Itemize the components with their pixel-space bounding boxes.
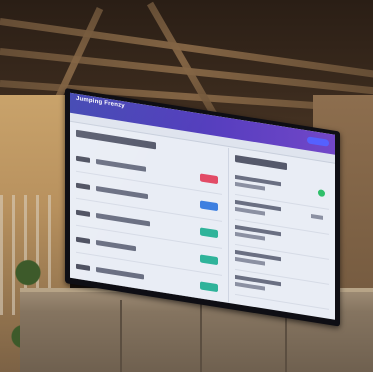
row-name <box>96 158 146 172</box>
row-number <box>76 182 90 190</box>
status-badge <box>199 227 218 239</box>
ceiling-beam <box>146 1 219 118</box>
queue-item-value <box>311 213 323 220</box>
counter-plank <box>200 300 202 372</box>
panel-title <box>234 154 287 171</box>
row-name <box>96 212 150 226</box>
status-badge <box>199 281 218 293</box>
tv-screen: Jumping Frenzy <box>70 92 335 320</box>
row-number <box>76 209 90 217</box>
queue-item-sublabel <box>234 206 265 216</box>
row-number <box>76 263 90 271</box>
worker-list-panel <box>70 122 229 303</box>
row-number <box>76 236 90 244</box>
queue-item-sublabel <box>234 281 265 291</box>
status-badge <box>199 200 218 212</box>
counter-plank <box>120 300 122 372</box>
queue-panel <box>229 148 335 320</box>
row-number <box>76 155 90 163</box>
row-name <box>96 266 144 280</box>
queue-item-sublabel <box>234 231 265 241</box>
row-name <box>96 239 136 251</box>
row-name <box>96 185 148 199</box>
photo-scene: Jumping Frenzy <box>0 0 373 372</box>
queue-item-sublabel <box>234 181 265 191</box>
status-badge <box>199 254 218 266</box>
queue-item-sublabel <box>234 256 265 266</box>
online-indicator <box>318 189 325 198</box>
status-badge <box>199 173 218 185</box>
